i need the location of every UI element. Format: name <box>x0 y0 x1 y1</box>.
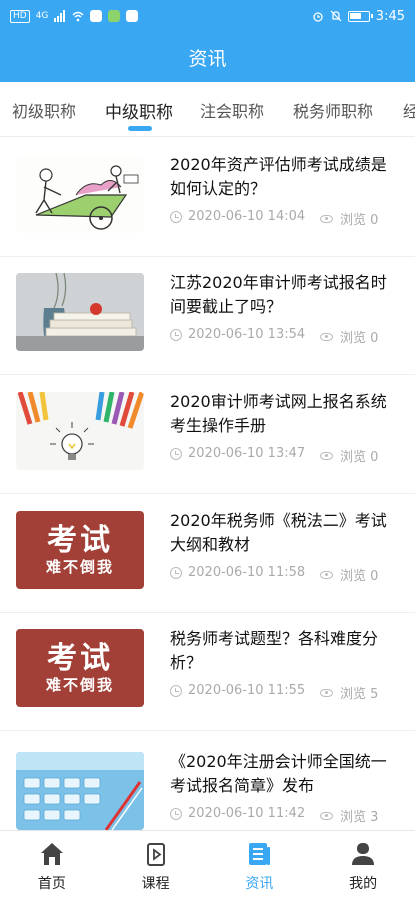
active-tab-indicator <box>128 126 152 131</box>
app-notification-icon <box>108 10 121 22</box>
status-time: 3:45 <box>375 8 405 24</box>
nav-news-label: 资讯 <box>245 876 274 892</box>
news-title[interactable]: 2020年资产评估师考试成绩是如何认定的？ <box>170 153 398 201</box>
news-title[interactable]: 《2020年注册会计师全国统一考试报名简章》发布 <box>170 750 398 798</box>
news-item[interactable]: 2020审计师考试网上报名系统考生操作手册 2020-06-10 13:47 浏… <box>0 374 415 494</box>
poster-headline: 考试 <box>47 523 113 558</box>
app-notification-icon <box>126 10 139 22</box>
news-views-text: 浏览 3 <box>340 810 379 825</box>
tab-cpa-title[interactable]: 注会职称 <box>200 98 264 122</box>
battery-icon <box>347 10 373 22</box>
mute-icon <box>330 10 342 22</box>
clock-icon <box>170 566 182 579</box>
nav-news[interactable]: 资讯 <box>208 831 312 900</box>
news-date-text: 2020-06-10 13:47 <box>188 446 306 461</box>
clock-icon <box>170 210 182 223</box>
wifi-icon <box>72 11 84 22</box>
news-date: 2020-06-10 11:55 <box>170 683 305 698</box>
news-item[interactable]: 《2020年注册会计师全国统一考试报名简章》发布 2020-06-10 11:4… <box>0 734 415 830</box>
eye-icon <box>320 811 333 820</box>
clock-icon <box>170 328 182 341</box>
news-views-text: 浏览 0 <box>340 331 379 346</box>
news-views: 浏览 0 <box>320 209 378 228</box>
pencils-bulb-image <box>16 392 144 470</box>
news-date-text: 2020-06-10 11:58 <box>188 565 306 580</box>
news-views-text: 浏览 5 <box>340 687 379 702</box>
news-thumbnail <box>16 752 144 830</box>
network-type: 4G <box>35 11 49 21</box>
news-icon <box>249 843 271 865</box>
poster-subline: 难不倒我 <box>45 676 114 694</box>
news-date-text: 2020-06-10 13:54 <box>188 327 306 342</box>
poster-headline: 考试 <box>47 641 113 676</box>
clock-icon <box>170 807 182 820</box>
eye-icon <box>320 332 333 341</box>
news-date: 2020-06-10 13:47 <box>170 446 305 461</box>
nav-home-label: 首页 <box>37 876 66 892</box>
news-thumbnail <box>16 273 144 351</box>
eye-icon <box>320 688 333 697</box>
news-thumbnail: 考试 难不倒我 <box>16 511 144 589</box>
news-item[interactable]: 2020年资产评估师考试成绩是如何认定的？ 2020-06-10 14:04 浏… <box>0 137 415 257</box>
nav-course[interactable]: 课程 <box>104 831 208 900</box>
cartoon-cart-image <box>16 155 144 233</box>
news-views: 浏览 5 <box>320 683 378 702</box>
tab-economist-title[interactable]: 经 <box>403 98 415 122</box>
signal-icon <box>54 10 66 22</box>
news-views: 浏览 0 <box>320 446 378 465</box>
nav-profile-label: 我的 <box>349 876 378 892</box>
home-icon <box>40 843 63 865</box>
news-item[interactable]: 江苏2020年审计师考试报名时间要截止了吗？ 2020-06-10 13:54 … <box>0 255 415 375</box>
calculator-photo-image <box>16 752 144 830</box>
poster-subline: 难不倒我 <box>45 558 114 576</box>
news-item[interactable]: 考试 难不倒我 2020年税务师《税法二》考试大纲和教材 2020-06-10 … <box>0 493 415 613</box>
nav-course-label: 课程 <box>141 876 170 892</box>
tab-junior-title[interactable]: 初级职称 <box>12 98 76 122</box>
app-header: 资讯 <box>0 32 415 82</box>
news-date: 2020-06-10 14:04 <box>170 209 305 224</box>
news-thumbnail <box>16 392 144 470</box>
status-right: 3:45 <box>312 9 405 24</box>
news-thumbnail <box>16 155 144 233</box>
eye-icon <box>320 214 333 223</box>
profile-icon <box>352 843 375 865</box>
news-title[interactable]: 2020年税务师《税法二》考试大纲和教材 <box>170 509 398 557</box>
hd-indicator: HD <box>10 9 30 23</box>
eye-icon <box>320 570 333 579</box>
nav-profile[interactable]: 我的 <box>311 831 415 900</box>
nav-home[interactable]: 首页 <box>0 831 104 900</box>
news-title[interactable]: 税务师考试题型？各科难度分析？ <box>170 627 398 675</box>
news-date-text: 2020-06-10 14:04 <box>188 209 306 224</box>
news-list[interactable]: 2020年资产评估师考试成绩是如何认定的？ 2020-06-10 14:04 浏… <box>0 137 415 830</box>
news-title[interactable]: 江苏2020年审计师考试报名时间要截止了吗？ <box>170 271 398 319</box>
tab-intermediate-title[interactable]: 中级职称 <box>105 98 173 123</box>
news-views-text: 浏览 0 <box>340 569 379 584</box>
news-date: 2020-06-10 13:54 <box>170 327 305 342</box>
clock-icon <box>170 684 182 697</box>
news-views-text: 浏览 0 <box>340 213 379 228</box>
news-date: 2020-06-10 11:58 <box>170 565 305 580</box>
status-bar: HD 4G 3:45 <box>0 0 415 32</box>
alarm-icon <box>313 12 323 22</box>
eye-icon <box>320 451 333 460</box>
page-title: 资讯 <box>188 47 227 70</box>
course-icon <box>146 843 165 866</box>
news-item[interactable]: 考试 难不倒我 税务师考试题型？各科难度分析？ 2020-06-10 11:55… <box>0 611 415 731</box>
app-notification-icon <box>90 10 103 22</box>
news-views: 浏览 0 <box>320 565 378 584</box>
news-views: 浏览 3 <box>320 806 378 825</box>
news-date-text: 2020-06-10 11:42 <box>188 806 306 821</box>
news-thumbnail: 考试 难不倒我 <box>16 629 144 707</box>
news-date-text: 2020-06-10 11:55 <box>188 683 306 698</box>
bottom-navigation: 首页 课程 资讯 我的 <box>0 830 415 900</box>
clock-icon <box>170 447 182 460</box>
category-tabs: 初级职称 中级职称 注会职称 税务师职称 经 <box>0 82 415 136</box>
status-left: HD 4G <box>10 9 139 23</box>
news-title[interactable]: 2020审计师考试网上报名系统考生操作手册 <box>170 390 398 438</box>
news-views: 浏览 0 <box>320 327 378 346</box>
books-photo-image <box>16 273 144 351</box>
tab-tax-advisor-title[interactable]: 税务师职称 <box>293 98 373 122</box>
news-views-text: 浏览 0 <box>340 450 379 465</box>
news-date: 2020-06-10 11:42 <box>170 806 305 821</box>
